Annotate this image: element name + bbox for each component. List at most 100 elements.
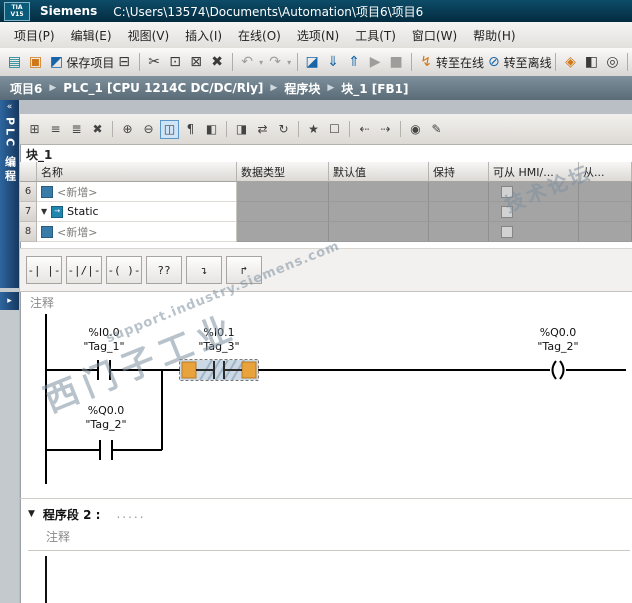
start-cpu-icon[interactable]: ▶ <box>366 52 385 72</box>
coil-address-label[interactable]: %Q0.0 <box>518 326 598 339</box>
menu-item[interactable]: 在线(O) <box>230 24 289 47</box>
undo-dropdown-icon[interactable]: ▾ <box>258 52 265 72</box>
variable-name-cell[interactable]: <新增> <box>37 222 237 242</box>
contact2-address-label[interactable]: %I0.1 <box>179 326 259 339</box>
save-project-icon[interactable]: ◩ <box>47 52 66 72</box>
insert-row-after-icon[interactable]: ≣ <box>67 120 86 139</box>
cut-icon[interactable]: ✂ <box>145 52 164 72</box>
variable-name-cell[interactable]: ▼ → Static <box>37 202 237 222</box>
insert-network-icon[interactable]: ⊞ <box>25 120 44 139</box>
close-branch-button[interactable]: ↱ <box>226 256 262 284</box>
previous-error-icon[interactable]: ⇠ <box>355 120 374 139</box>
nc-contact-button[interactable]: -|/|- <box>66 256 102 284</box>
new-project-icon[interactable]: ▤ <box>5 52 24 72</box>
upload-from-device-icon[interactable]: ⇑ <box>345 52 364 72</box>
print-icon[interactable]: ⊟ <box>115 52 134 72</box>
open-branch-button[interactable]: ↴ <box>186 256 222 284</box>
sidebar-collapsed-tab[interactable]: ▸ <box>0 292 19 310</box>
delete-icon[interactable]: ✖ <box>208 52 227 72</box>
empty-box-button[interactable]: ?? <box>146 256 182 284</box>
contact1-tag-label[interactable]: "Tag_1" <box>64 340 144 353</box>
menu-item[interactable]: 项目(P) <box>6 24 63 47</box>
snapshot-icon[interactable]: ◨ <box>232 120 251 139</box>
branch-contact-tag-label[interactable]: "Tag_2" <box>66 418 146 431</box>
insert-empty-box-icon[interactable]: ☐ <box>325 120 344 139</box>
save-project-label[interactable]: 保存项目 <box>66 52 114 72</box>
search-project-icon[interactable]: ◎ <box>603 52 622 72</box>
menu-item[interactable]: 工具(T) <box>347 24 404 47</box>
monitoring-on-off-icon[interactable]: ◉ <box>406 120 425 139</box>
modify-operand-icon[interactable]: ✎ <box>427 120 446 139</box>
open-project-icon[interactable]: ▣ <box>26 52 45 72</box>
col-hmi-accessible[interactable]: 可从 HMI/... <box>489 162 579 182</box>
separator <box>138 53 140 71</box>
free-form-comment-icon[interactable]: ◧ <box>202 120 221 139</box>
lad-instruction-palette: -| |- -|/|- -( )-?? ↴ ↱ <box>20 248 632 292</box>
menu-item[interactable]: 视图(V) <box>120 24 178 47</box>
download-to-device-icon[interactable]: ⇓ <box>324 52 343 72</box>
window-split-icon[interactable]: ◧ <box>582 52 601 72</box>
go-offline-label[interactable]: 转至离线 <box>504 52 552 72</box>
expand-all-networks-icon[interactable]: ⊕ <box>118 120 137 139</box>
sidebar-tab-plc-programming[interactable]: « PLC 编程 <box>0 100 19 288</box>
copy-icon[interactable]: ⊡ <box>166 52 185 72</box>
absolute-symbolic-toggle-icon[interactable]: ◫ <box>160 119 179 139</box>
network-comments-toggle-icon[interactable]: ¶ <box>181 120 200 139</box>
breadcrumb-item[interactable]: 程序块 ▶ <box>284 80 341 97</box>
undo-icon[interactable]: ↶ <box>238 52 257 72</box>
no-contact-button[interactable]: -| |- <box>26 256 62 284</box>
coil-tag-label[interactable]: "Tag_2" <box>518 340 598 353</box>
col-retain[interactable]: 保持 <box>429 162 489 182</box>
variable-name-cell[interactable]: <新增> <box>37 182 237 202</box>
hmi-checkbox <box>501 225 513 238</box>
contact-tag1[interactable] <box>97 360 111 380</box>
network2-header[interactable]: ▼ 程序段 2 : ..... <box>28 504 146 524</box>
network2-title-placeholder[interactable]: ..... <box>116 507 145 521</box>
collapse-all-networks-icon[interactable]: ⊖ <box>139 120 158 139</box>
network2-comment[interactable]: 注释 <box>46 528 70 545</box>
insert-row-before-icon[interactable]: ≡ <box>46 120 65 139</box>
breadcrumb-item[interactable]: 项目6 ▶ <box>10 80 63 97</box>
branch-contact-tag2[interactable] <box>99 440 113 460</box>
redo-dropdown-icon[interactable]: ▾ <box>286 52 293 72</box>
retain-cell <box>429 182 489 202</box>
selection-handle-right[interactable] <box>241 361 257 379</box>
retain-values-icon[interactable]: ⇄ <box>253 120 272 139</box>
col-default-value[interactable]: 默认值 <box>329 162 429 182</box>
menu-item[interactable]: 编辑(E) <box>63 24 120 47</box>
stop-cpu-icon[interactable]: ■ <box>387 52 406 72</box>
compile-icon[interactable]: ◪ <box>303 52 322 72</box>
menu-item[interactable]: 窗口(W) <box>404 24 465 47</box>
contact2-tag-label[interactable]: "Tag_3" <box>179 340 259 353</box>
network2-collapse-icon[interactable]: ▼ <box>28 509 35 519</box>
collapse-panel-icon[interactable]: « <box>7 102 13 112</box>
default-value-cell <box>329 202 429 222</box>
selection-handle-left[interactable] <box>181 361 197 379</box>
separator <box>410 53 412 71</box>
favorites-star-icon[interactable]: ★ <box>304 120 323 139</box>
next-error-icon[interactable]: ⇢ <box>376 120 395 139</box>
diagnostics-icon[interactable]: ◈ <box>561 52 580 72</box>
paste-icon[interactable]: ⊠ <box>187 52 206 72</box>
menu-item[interactable]: 帮助(H) <box>465 24 523 47</box>
delete-row-icon[interactable]: ✖ <box>88 120 107 139</box>
menu-item[interactable]: 选项(N) <box>289 24 347 47</box>
menu-item[interactable]: 插入(I) <box>177 24 230 47</box>
breadcrumb-item[interactable]: 块_1 [FB1] ▶ <box>341 80 408 97</box>
redo-icon[interactable]: ↷ <box>266 52 285 72</box>
col-from-hmi[interactable]: 从... <box>579 162 632 182</box>
coil-button[interactable]: -( )- <box>106 256 142 284</box>
col-name[interactable]: 名称 <box>37 162 237 182</box>
go-online-icon[interactable]: ↯ <box>417 52 436 72</box>
expand-caret-icon[interactable]: ▼ <box>41 207 47 216</box>
coil-tag2[interactable] <box>551 360 565 380</box>
go-online-label[interactable]: 转至在线 <box>436 52 484 72</box>
branch-contact-address-label[interactable]: %Q0.0 <box>66 404 146 417</box>
breadcrumb-arrow-icon: ▶ <box>270 83 278 93</box>
col-data-type[interactable]: 数据类型 <box>237 162 329 182</box>
breadcrumb-item[interactable]: PLC_1 [CPU 1214C DC/DC/Rly] ▶ <box>63 81 284 95</box>
go-offline-icon[interactable]: ⊘ <box>484 52 503 72</box>
contact1-address-label[interactable]: %I0.0 <box>64 326 144 339</box>
selected-contact-tag3[interactable] <box>179 359 259 381</box>
update-block-calls-icon[interactable]: ↻ <box>274 120 293 139</box>
